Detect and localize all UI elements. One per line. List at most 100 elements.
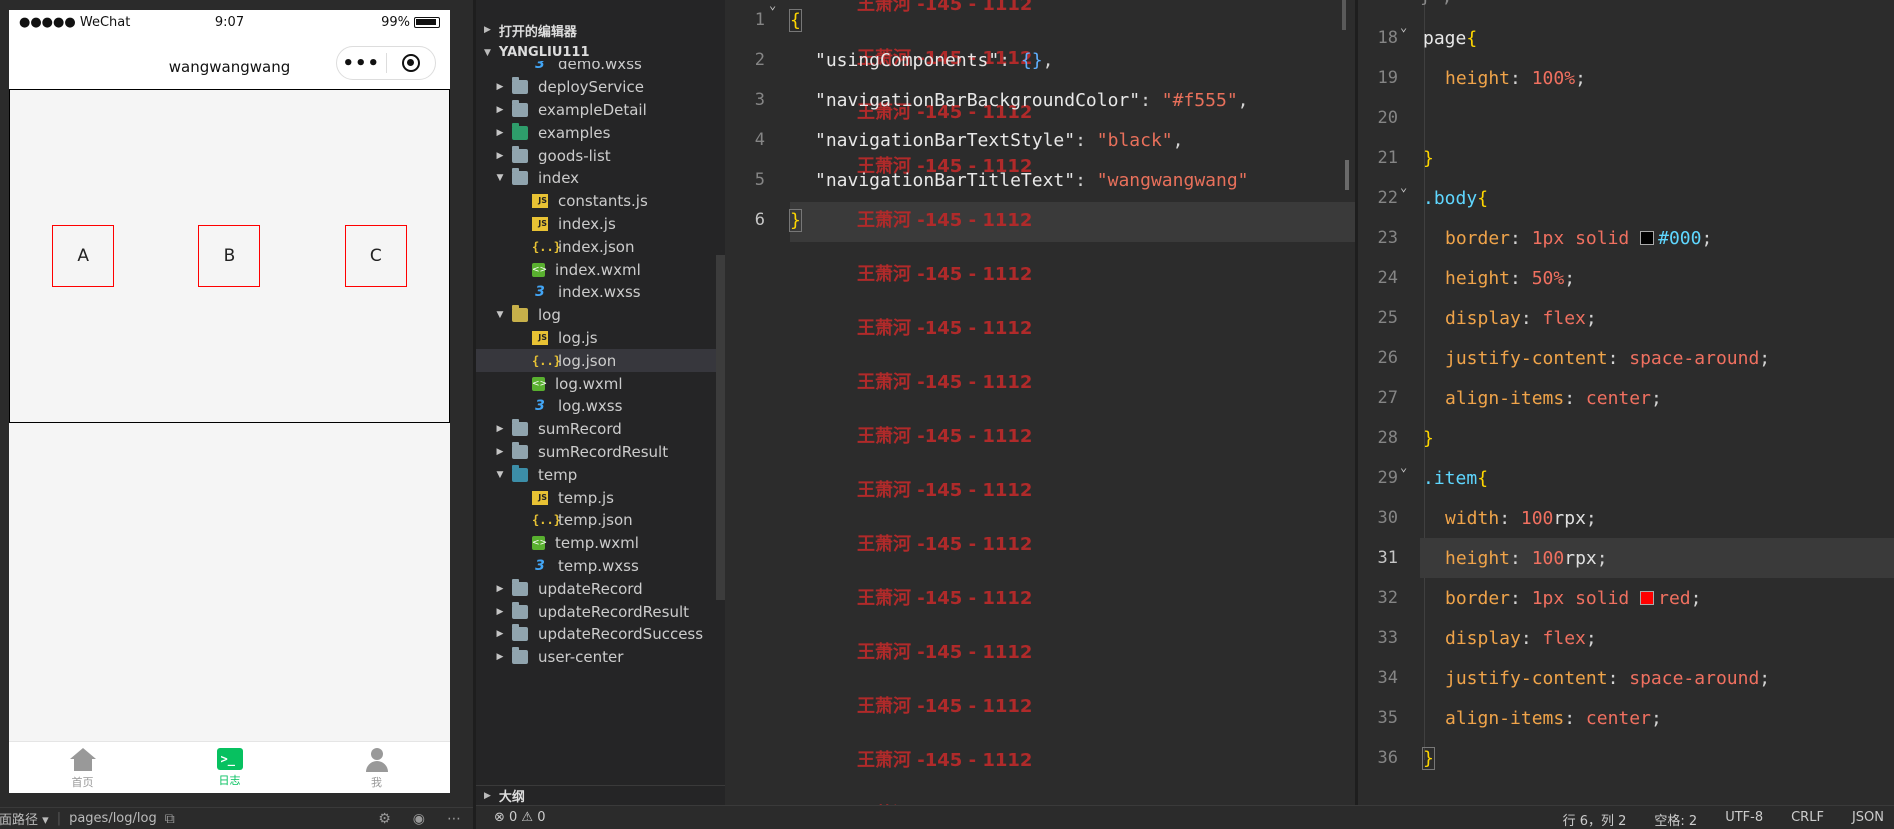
watermark-text: 王萧河 -145 - 1112 bbox=[857, 750, 1033, 771]
css-color: #000 bbox=[1658, 228, 1702, 249]
open-editors-header[interactable]: ▶ 打开的编辑器 bbox=[476, 17, 725, 43]
semicolon: ; bbox=[1759, 348, 1771, 369]
css-color: red bbox=[1658, 588, 1691, 609]
tree-item-label: examples bbox=[538, 123, 611, 142]
tree-item[interactable]: ▶ exampleDetail bbox=[476, 99, 725, 122]
indentation[interactable]: 空格: 2 bbox=[1654, 810, 1697, 829]
wxss-file-icon: 3 bbox=[535, 557, 545, 574]
tree-item[interactable]: <> log.wxml bbox=[476, 372, 725, 395]
watermark-text: 王萧河 -145 - 1112 bbox=[857, 696, 1033, 717]
tree-item[interactable]: ▼ log bbox=[476, 304, 725, 327]
cursor-position[interactable]: 行 6，列 2 bbox=[1563, 810, 1627, 829]
item-c: C bbox=[344, 225, 407, 287]
more-options-icon[interactable]: ⋯ bbox=[447, 811, 461, 827]
chevron-right-icon: ▶ bbox=[496, 127, 504, 138]
css-value: 1px solid bbox=[1531, 588, 1630, 609]
tree-item-label: index.js bbox=[558, 214, 616, 233]
colon: : bbox=[1520, 628, 1543, 649]
code-line: .body{ bbox=[1423, 188, 1488, 209]
eye-icon[interactable]: ◉ bbox=[413, 811, 425, 827]
tab-me[interactable]: 我 bbox=[303, 742, 450, 793]
tree-item[interactable]: JS temp.js bbox=[476, 486, 725, 509]
css-value: center bbox=[1585, 388, 1651, 409]
page-path-dropdown[interactable]: 页面路径 ▾ bbox=[0, 809, 49, 828]
tree-item[interactable]: ▼ temp bbox=[476, 463, 725, 486]
tree-item[interactable]: JS log.js bbox=[476, 327, 725, 350]
color-swatch[interactable] bbox=[1640, 591, 1655, 605]
editor-scrollbar[interactable] bbox=[1338, 0, 1355, 805]
json-key: "navigationBarTextStyle" bbox=[815, 130, 1076, 151]
tree-item[interactable]: ▼ index bbox=[476, 167, 725, 190]
tree-item[interactable]: 3 temp.wxss bbox=[476, 555, 725, 578]
tree-item[interactable]: 3 log.wxss bbox=[476, 395, 725, 418]
tree-item-label: temp bbox=[538, 465, 578, 484]
language-mode[interactable]: JSON bbox=[1852, 810, 1884, 829]
outline-header[interactable]: ▶ 大纲 bbox=[476, 785, 725, 805]
scroll-thumb[interactable] bbox=[1342, 0, 1346, 30]
chevron-down-icon: ▼ bbox=[484, 47, 491, 58]
watermark-text: 王萧河 -145 - 1112 bbox=[857, 642, 1033, 663]
code-line: } bbox=[789, 209, 802, 232]
tree-item-label: sumRecordResult bbox=[538, 442, 669, 461]
tab-home[interactable]: 首页 bbox=[9, 742, 156, 793]
css-value: flex bbox=[1542, 628, 1586, 649]
css-value: 1px solid bbox=[1531, 228, 1630, 249]
chevron-right-icon: ▶ bbox=[496, 446, 504, 457]
tree-item[interactable]: {..} index.json bbox=[476, 235, 725, 258]
chevron-right-icon: ▶ bbox=[496, 104, 504, 115]
tree-item[interactable]: {..} log.json bbox=[476, 349, 725, 373]
item-a: A bbox=[52, 225, 115, 287]
project-header[interactable]: ▼ YANGLIU111 bbox=[476, 44, 725, 61]
tree-item[interactable]: JS index.js bbox=[476, 213, 725, 236]
more-icon[interactable]: ••• bbox=[337, 53, 386, 74]
chevron-right-icon: ▶ bbox=[496, 629, 504, 640]
color-swatch[interactable] bbox=[1640, 231, 1655, 245]
fold-chevron-icon[interactable]: ⌄ bbox=[1400, 180, 1407, 194]
folder-icon bbox=[512, 145, 528, 163]
line-ending[interactable]: CRLF bbox=[1791, 810, 1824, 829]
fold-chevron-icon[interactable]: ⌄ bbox=[769, 0, 776, 12]
tree-item[interactable]: JS constants.js bbox=[476, 190, 725, 213]
tree-item[interactable]: ▶ deployService bbox=[476, 76, 725, 99]
line-number: 18 bbox=[1377, 28, 1398, 48]
wxss-file-icon: 3 bbox=[535, 284, 545, 301]
tree-item[interactable]: <> temp.wxml bbox=[476, 532, 725, 555]
problems-count[interactable]: ⊗ 0 ⚠ 0 bbox=[494, 810, 546, 825]
json-editor[interactable]: 王萧河 -145 - 1112 王萧河 -145 - 1112 王萧河 -145 -… bbox=[725, 0, 1355, 805]
tree-item[interactable]: {..} temp.json bbox=[476, 509, 725, 532]
semicolon: ; bbox=[1575, 68, 1586, 89]
close-capsule-button[interactable] bbox=[386, 54, 435, 72]
copy-icon[interactable]: ⧉ bbox=[165, 811, 175, 827]
colon: : bbox=[1075, 130, 1097, 151]
tree-item[interactable]: ▶ updateRecordSuccess bbox=[476, 623, 725, 646]
wxss-editor[interactable]: } ;18⌄page{19height: 100%;2021}22⌄.body{… bbox=[1358, 0, 1894, 805]
tab-log[interactable]: >_ 日志 bbox=[156, 742, 303, 793]
tree-item[interactable]: 3 demo.wxss bbox=[476, 61, 725, 76]
tree-item[interactable]: ▶ sumRecordResult bbox=[476, 441, 725, 464]
tree-item[interactable]: ▶ goods-list bbox=[476, 144, 725, 167]
tree-item[interactable]: ▶ updateRecord bbox=[476, 577, 725, 600]
tree-item[interactable]: 3 index.wxss bbox=[476, 281, 725, 304]
watermark-text: 王萧河 -145 - 1112 bbox=[857, 0, 1033, 15]
fold-chevron-icon[interactable]: ⌄ bbox=[1400, 460, 1407, 474]
folder-icon bbox=[512, 578, 528, 596]
tree-item[interactable]: ▶ sumRecord bbox=[476, 418, 725, 441]
fold-chevron-icon[interactable]: ⌄ bbox=[1400, 20, 1407, 34]
simulator-panel: ●●●●● WeChat 9:07 99% wangwangwang ••• A bbox=[0, 0, 473, 829]
tree-item-label: temp.wxss bbox=[558, 556, 639, 575]
js-file-icon: JS bbox=[532, 194, 548, 209]
tree-item[interactable]: ▶ user-center bbox=[476, 646, 725, 669]
tab-log-label: 日志 bbox=[218, 774, 241, 787]
line-number: 25 bbox=[1377, 308, 1398, 328]
code-line: "navigationBarTextStyle": "black", bbox=[815, 130, 1183, 151]
semicolon: ; bbox=[1585, 308, 1597, 329]
encoding[interactable]: UTF-8 bbox=[1725, 810, 1763, 829]
tree-item[interactable]: <> index.wxml bbox=[476, 258, 725, 281]
explorer-scrollbar[interactable] bbox=[716, 255, 725, 600]
code-line: align-items: center; bbox=[1445, 388, 1662, 409]
tree-item[interactable]: ▶ updateRecordResult bbox=[476, 600, 725, 623]
js-file-icon: JS bbox=[532, 216, 548, 231]
tree-item[interactable]: ▶ examples bbox=[476, 121, 725, 144]
css-unit: % bbox=[1564, 68, 1576, 89]
scene-icon[interactable]: ⚙ bbox=[378, 811, 391, 827]
